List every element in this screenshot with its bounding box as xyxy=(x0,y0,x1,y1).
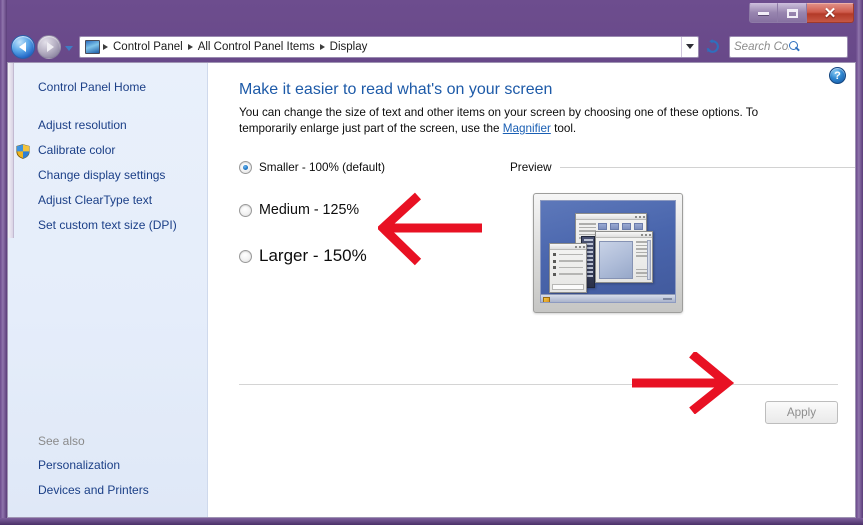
close-icon: ✕ xyxy=(823,4,837,22)
sidebar-row: Set custom text size (DPI) xyxy=(38,213,207,238)
maximize-button[interactable] xyxy=(778,3,807,23)
window-titlebar: ✕ xyxy=(0,0,863,31)
search-input[interactable]: Search Con... xyxy=(729,35,848,58)
apply-button[interactable]: Apply xyxy=(765,401,838,424)
preview-window-titlebar xyxy=(596,232,652,238)
sidebar-item-adjust-resolution[interactable]: Adjust resolution xyxy=(38,113,207,138)
preview-window-titlebar xyxy=(550,244,586,250)
preview-window-list xyxy=(549,243,587,293)
back-button[interactable] xyxy=(11,34,35,59)
options-and-preview-row: Smaller - 100% (default) Medium - 125% L… xyxy=(208,161,855,313)
radio-button-medium[interactable] xyxy=(239,203,252,217)
forward-button[interactable] xyxy=(37,34,61,59)
task-pane-sidebar: Control Panel Home Adjust resolution Cal… xyxy=(8,63,208,517)
breadcrumb-separator-icon xyxy=(319,43,325,50)
page-title: Make it easier to read what's on your sc… xyxy=(239,81,553,98)
window-client-area: Control Panel Home Adjust resolution Cal… xyxy=(7,62,856,518)
preview-taskbar xyxy=(541,294,675,302)
radio-option-larger[interactable]: Larger - 150% xyxy=(239,246,501,266)
preview-window-foreground xyxy=(595,231,653,283)
control-panel-icon xyxy=(85,39,100,54)
preview-scrollbar xyxy=(647,240,651,280)
refresh-icon xyxy=(706,39,719,53)
apply-button-row: Apply xyxy=(239,385,838,424)
arrow-left-icon xyxy=(18,41,26,52)
sidebar-item-set-custom-text-size[interactable]: Set custom text size (DPI) xyxy=(38,213,207,238)
search-placeholder: Search Con... xyxy=(734,40,789,53)
breadcrumb-item-all-control-panel-items[interactable]: All Control Panel Items xyxy=(194,41,319,53)
window-controls: ✕ xyxy=(749,3,854,23)
sidebar-item-calibrate-color[interactable]: Calibrate color xyxy=(38,138,207,163)
magnifier-link[interactable]: Magnifier xyxy=(503,122,551,135)
main-content-pane: ? Make it easier to read what's on your … xyxy=(208,63,855,517)
radio-button-smaller[interactable] xyxy=(239,161,252,174)
radio-label-medium: Medium - 125% xyxy=(259,202,360,218)
recent-pages-chevron-icon[interactable] xyxy=(65,46,73,51)
close-button[interactable]: ✕ xyxy=(807,3,854,23)
sidebar-row: Change display settings xyxy=(38,163,207,188)
preview-divider xyxy=(559,167,855,168)
refresh-button[interactable] xyxy=(701,36,723,58)
description-text-before-link: You can change the size of text and othe… xyxy=(239,106,759,135)
see-also-heading: See also xyxy=(38,434,85,448)
radio-label-larger: Larger - 150% xyxy=(259,246,367,265)
preview-section: Preview xyxy=(501,161,855,313)
sidebar-top-links: Control Panel Home Adjust resolution Cal… xyxy=(8,63,207,238)
radio-label-smaller: Smaller - 100% (default) xyxy=(259,161,386,174)
radio-option-smaller[interactable]: Smaller - 100% (default) xyxy=(239,161,501,174)
preview-screen xyxy=(540,200,676,303)
maximize-icon xyxy=(786,8,798,18)
help-icon: ? xyxy=(834,69,841,82)
sidebar-row: Adjust ClearType text xyxy=(38,188,207,213)
control-panel-window: ✕ Control Panel All Control Panel Items … xyxy=(0,0,863,525)
window-frame-right xyxy=(856,0,863,525)
breadcrumb-separator-icon xyxy=(103,43,108,50)
breadcrumb: Control Panel All Control Panel Items Di… xyxy=(80,39,681,54)
sidebar-see-also-section: See also Personalization Devices and Pri… xyxy=(8,430,207,517)
breadcrumb-item-display[interactable]: Display xyxy=(326,41,372,53)
chevron-down-icon xyxy=(686,44,694,49)
preview-header: Preview xyxy=(510,161,855,174)
help-button[interactable]: ? xyxy=(829,67,846,84)
preview-document-area xyxy=(599,241,633,279)
uac-shield-icon xyxy=(16,144,30,159)
preview-label: Preview xyxy=(510,161,552,174)
preview-window-titlebar xyxy=(576,214,646,220)
radio-option-medium[interactable]: Medium - 125% xyxy=(239,202,501,218)
address-dropdown-button[interactable] xyxy=(681,36,698,57)
sidebar-row: Adjust resolution xyxy=(38,113,207,138)
address-bar[interactable]: Control Panel All Control Panel Items Di… xyxy=(79,35,699,58)
sidebar-scrollbar[interactable] xyxy=(8,63,14,238)
preview-window-body xyxy=(550,250,586,276)
window-frame-bottom xyxy=(0,518,863,525)
text-size-radio-group: Smaller - 100% (default) Medium - 125% L… xyxy=(239,161,501,313)
description-text-after-link: tool. xyxy=(550,122,577,135)
footer-section: Apply xyxy=(239,384,838,424)
breadcrumb-separator-icon xyxy=(187,43,193,50)
window-frame-left xyxy=(0,0,7,525)
arrow-right-icon xyxy=(46,41,54,52)
breadcrumb-item-control-panel[interactable]: Control Panel xyxy=(109,41,187,53)
sidebar-row: Calibrate color xyxy=(16,138,207,163)
radio-button-larger[interactable] xyxy=(239,249,252,263)
sidebar-item-devices-and-printers[interactable]: Devices and Printers xyxy=(38,478,207,503)
preview-monitor-image xyxy=(533,193,683,313)
sidebar-item-personalization[interactable]: Personalization xyxy=(38,453,207,478)
sidebar-item-control-panel-home[interactable]: Control Panel Home xyxy=(38,75,207,100)
minimize-icon xyxy=(758,11,769,15)
preview-window-footer xyxy=(552,284,584,290)
search-icon xyxy=(788,41,844,52)
preview-window-body xyxy=(596,238,652,282)
sidebar-item-adjust-cleartype-text[interactable]: Adjust ClearType text xyxy=(38,188,207,213)
navigation-bar: Control Panel All Control Panel Items Di… xyxy=(7,31,856,62)
page-description: You can change the size of text and othe… xyxy=(208,105,764,137)
sidebar-item-change-display-settings[interactable]: Change display settings xyxy=(38,163,207,188)
minimize-button[interactable] xyxy=(749,3,778,23)
